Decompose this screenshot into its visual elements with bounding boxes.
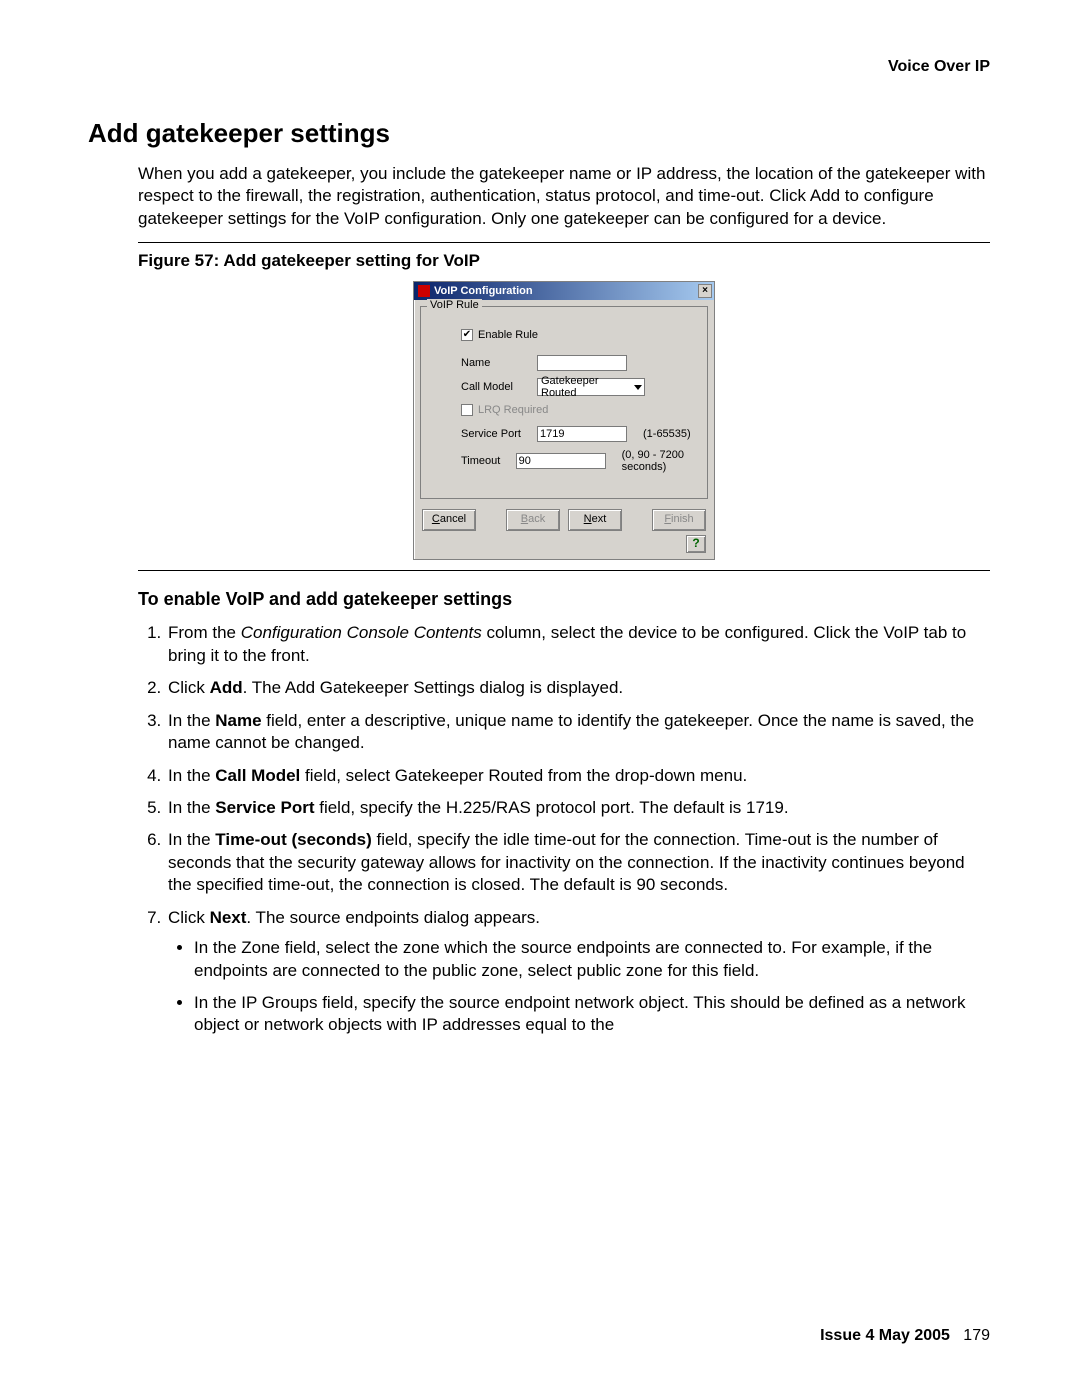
header-section: Voice Over IP [88, 58, 990, 76]
checkbox-icon [461, 404, 473, 416]
bold: Call Model [215, 766, 300, 785]
call-model-label: Call Model [461, 381, 529, 393]
service-port-hint: (1-65535) [643, 428, 691, 440]
service-port-input[interactable] [537, 426, 627, 442]
footer-page: 179 [963, 1327, 990, 1344]
next-button[interactable]: Next [568, 509, 622, 531]
checkbox-icon[interactable]: ✔ [461, 329, 473, 341]
intro-paragraph: When you add a gatekeeper, you include t… [138, 163, 990, 230]
step-7-sublist: In the Zone field, select the zone which… [168, 937, 990, 1037]
call-model-select[interactable]: Gatekeeper Routed [537, 378, 645, 396]
cancel-button[interactable]: Cancel [422, 509, 476, 531]
voip-rule-group: VoIP Rule ✔ Enable Rule Name Call Model … [420, 306, 708, 499]
group-label: VoIP Rule [427, 299, 482, 311]
page-title: Add gatekeeper settings [88, 118, 990, 149]
step-7: Click Next. The source endpoints dialog … [166, 907, 990, 1037]
name-label: Name [461, 357, 529, 369]
step-7-sub-2: In the IP Groups field, specify the sour… [194, 992, 990, 1037]
lrq-label: LRQ Required [478, 404, 548, 416]
step-6: In the Time-out (seconds) field, specify… [166, 829, 990, 896]
bold: Time-out (seconds) [215, 830, 371, 849]
step-7-sub-1: In the Zone field, select the zone which… [194, 937, 990, 982]
footer-issue: Issue 4 May 2005 [820, 1327, 950, 1344]
figure-body: VoIP Configuration × VoIP Rule ✔ Enable … [138, 281, 990, 560]
page: Voice Over IP Add gatekeeper settings Wh… [0, 0, 1080, 1397]
lrq-required-checkbox: LRQ Required [461, 404, 697, 416]
step-1: From the Configuration Console Contents … [166, 622, 990, 667]
voip-config-dialog: VoIP Configuration × VoIP Rule ✔ Enable … [413, 281, 715, 560]
name-input[interactable] [537, 355, 627, 371]
chevron-down-icon [634, 385, 642, 390]
timeout-input[interactable] [516, 453, 606, 469]
app-icon [418, 285, 430, 297]
emphasis: Configuration Console Contents [241, 623, 482, 642]
figure-top-rule [138, 242, 990, 243]
step-2: Click Add. The Add Gatekeeper Settings d… [166, 677, 990, 699]
step-3: In the Name field, enter a descriptive, … [166, 710, 990, 755]
close-icon[interactable]: × [698, 284, 712, 298]
step-4: In the Call Model field, select Gatekeep… [166, 765, 990, 787]
bold: Next [210, 908, 247, 927]
figure-caption: Figure 57: Add gatekeeper setting for Vo… [138, 251, 990, 271]
back-button: Back [506, 509, 560, 531]
dialog-title: VoIP Configuration [434, 285, 533, 297]
enable-rule-checkbox[interactable]: ✔ Enable Rule [461, 329, 697, 341]
content: When you add a gatekeeper, you include t… [138, 163, 990, 1037]
help-icon[interactable]: ? [686, 535, 706, 553]
bold: Service Port [215, 798, 314, 817]
dialog-titlebar: VoIP Configuration × [414, 282, 714, 300]
procedure-steps: From the Configuration Console Contents … [138, 622, 990, 1037]
dialog-button-row: Cancel Back Next Finish [414, 503, 714, 535]
bold: Name [215, 711, 261, 730]
service-port-label: Service Port [461, 428, 529, 440]
timeout-label: Timeout [461, 455, 508, 467]
procedure-heading: To enable VoIP and add gatekeeper settin… [138, 589, 990, 610]
page-footer: Issue 4 May 2005 179 [820, 1327, 990, 1345]
step-5: In the Service Port field, specify the H… [166, 797, 990, 819]
finish-button: Finish [652, 509, 706, 531]
timeout-hint: (0, 90 - 7200 seconds) [622, 449, 697, 473]
enable-rule-label: Enable Rule [478, 329, 538, 341]
bold: Add [210, 678, 243, 697]
call-model-value: Gatekeeper Routed [541, 375, 634, 399]
figure-bottom-rule [138, 570, 990, 571]
